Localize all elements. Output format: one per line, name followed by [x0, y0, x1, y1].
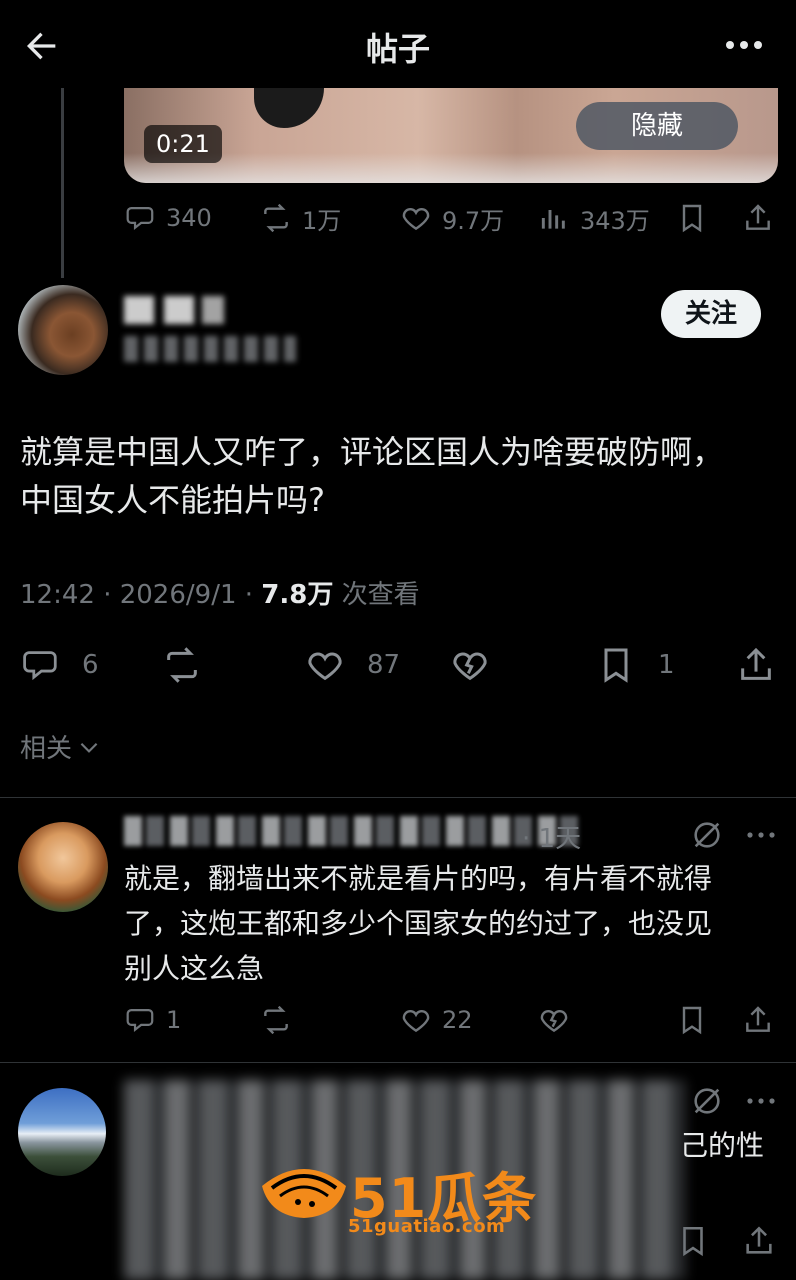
bookmark-icon	[604, 648, 628, 683]
repost-icon	[264, 1005, 288, 1035]
repost-count: 1万	[302, 206, 342, 235]
reply-text-line: 了，这炮王都和多少个国家女的约过了，也没见	[124, 907, 713, 940]
broken-heart-icon	[540, 1010, 568, 1033]
page-title: 帖子	[365, 30, 430, 68]
like-button[interactable]: 87	[305, 638, 400, 692]
like-count: 22	[442, 1006, 473, 1034]
watermelon-logo-icon	[262, 1169, 346, 1218]
reply-avatar[interactable]	[18, 1088, 106, 1176]
views-label: 次查看	[333, 580, 420, 610]
like-button[interactable]: 9.7万	[400, 196, 504, 240]
repost-icon	[167, 647, 197, 683]
bookmark-icon	[682, 204, 702, 233]
reply-button[interactable]: 6	[20, 638, 99, 692]
repost-icon	[264, 203, 288, 233]
share-icon[interactable]	[742, 1224, 776, 1258]
reply-text-fragment: 己的性	[680, 1129, 765, 1162]
video-thumbnail[interactable]: 0:21 隐藏	[124, 88, 778, 183]
bookmark-icon[interactable]	[676, 1224, 710, 1258]
bookmark-count: 1	[658, 650, 675, 680]
dislike-button[interactable]	[538, 998, 570, 1042]
more-dots-icon	[726, 41, 762, 49]
blurred-display-name	[124, 296, 224, 324]
share-icon	[746, 204, 770, 230]
divider	[0, 1062, 796, 1063]
related-toggle[interactable]: 相关	[20, 728, 102, 765]
post-body: 就算是中国人又咋了，评论区国人为啥要破防啊， 中国女人不能拍片吗?	[20, 428, 780, 524]
reply-text-line: 就是，翻墙出来不就是看片的吗，有片看不就得	[124, 862, 713, 895]
divider	[0, 797, 796, 798]
bookmark-icon	[682, 1006, 702, 1035]
views-chart-icon	[541, 210, 565, 229]
like-count: 9.7万	[442, 206, 505, 235]
broken-heart-icon	[453, 652, 487, 681]
repost-button[interactable]: 1万	[260, 196, 341, 240]
post-meta: 12:42 · 2026/9/1 · 7.8万 次查看	[20, 574, 420, 611]
share-button[interactable]	[742, 196, 774, 240]
more-dots-icon[interactable]	[744, 818, 778, 852]
avatar[interactable]	[18, 285, 108, 375]
reply-time: · 1天	[522, 824, 582, 854]
repost-button[interactable]	[162, 638, 202, 692]
views-button[interactable]: 343万	[538, 196, 650, 240]
thread-connector-line	[61, 88, 64, 278]
like-count: 87	[367, 650, 401, 680]
chevron-down-icon	[80, 742, 98, 753]
view-count: 7.8万	[261, 580, 334, 610]
share-icon	[746, 1006, 770, 1032]
parent-post-actions: 340 1万 9.7万 343万	[124, 196, 784, 240]
heart-icon	[308, 652, 342, 681]
share-icon	[741, 647, 771, 680]
grok-icon[interactable]	[690, 818, 724, 852]
bookmark-button[interactable]	[676, 998, 708, 1042]
heart-icon	[402, 1010, 430, 1033]
reply-button[interactable]: 340	[124, 196, 212, 240]
heart-icon	[402, 208, 430, 231]
post-actions: 6 87 1	[0, 638, 796, 692]
reply-button[interactable]: 1	[124, 998, 181, 1042]
reply-body: 就是，翻墙出来不就是看片的吗，有片看不就得 了，这炮王都和多少个国家女的约过了，…	[124, 856, 776, 991]
follow-button[interactable]: 关注	[661, 290, 761, 338]
post-timestamp[interactable]: 12:42 · 2026/9/1 ·	[20, 580, 261, 610]
comment-icon	[126, 207, 154, 231]
post-text-line: 就算是中国人又咋了，评论区国人为啥要破防啊，	[20, 433, 725, 471]
repost-button[interactable]	[260, 998, 292, 1042]
post-text-line: 中国女人不能拍片吗?	[20, 481, 325, 519]
reply-count: 6	[82, 650, 99, 680]
reply-actions: 1 22	[124, 998, 784, 1042]
comment-icon	[23, 651, 57, 681]
more-options-button[interactable]	[722, 30, 766, 60]
watermark-url: 51guatiao.com	[348, 1216, 506, 1237]
video-duration: 0:21	[144, 125, 222, 163]
reply-count: 340	[166, 204, 212, 232]
reply-avatar[interactable]	[18, 822, 108, 912]
hide-button[interactable]: 隐藏	[576, 102, 738, 150]
blurred-username	[124, 336, 296, 362]
related-label: 相关	[20, 734, 73, 764]
like-button[interactable]: 22	[400, 998, 473, 1042]
bookmark-button[interactable]: 1	[596, 638, 675, 692]
site-watermark: 51瓜条 51guatiao.com	[258, 1150, 548, 1242]
bookmark-button[interactable]	[676, 196, 708, 240]
reply-count: 1	[166, 1006, 182, 1034]
grok-icon[interactable]	[690, 1084, 724, 1118]
share-button[interactable]	[736, 638, 776, 692]
comment-icon	[126, 1009, 154, 1033]
blurred-reply-author	[124, 816, 578, 846]
view-count: 343万	[580, 206, 650, 235]
top-bar: 帖子	[0, 0, 796, 88]
dislike-button[interactable]	[450, 638, 490, 692]
share-button[interactable]	[742, 998, 774, 1042]
more-dots-icon[interactable]	[744, 1084, 778, 1118]
reply-text-line: 别人这么急	[124, 952, 265, 985]
